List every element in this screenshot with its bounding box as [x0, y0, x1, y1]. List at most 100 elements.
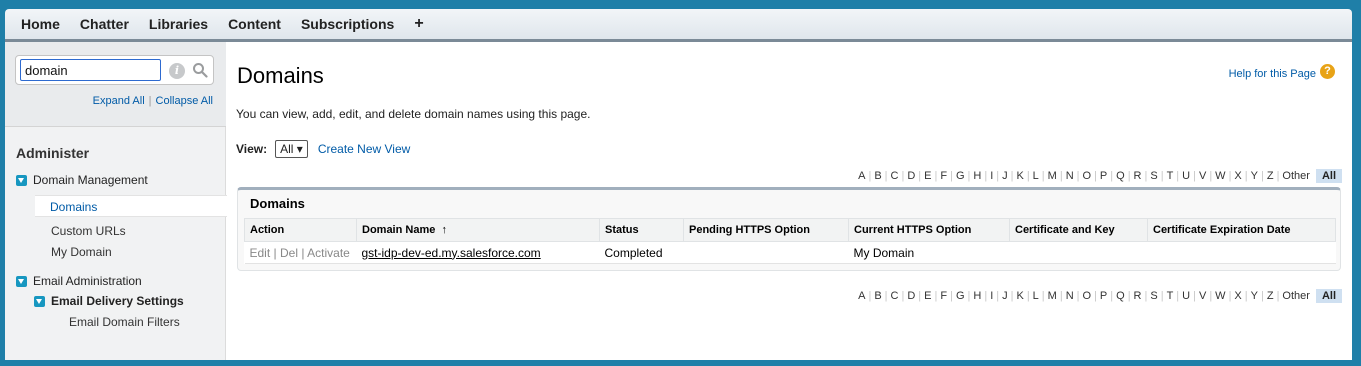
alphabet-filter-l[interactable]: L [1030, 290, 1042, 302]
top-nav-bar: Home Chatter Libraries Content Subscript… [5, 9, 1352, 42]
table-header-row: Action Domain Name ↑ Status Pending HTTP… [244, 218, 1336, 242]
view-select[interactable]: All ▾ [275, 140, 308, 158]
tree-item-custom-urls[interactable]: Custom URLs [51, 224, 126, 238]
alphabet-filter-t[interactable]: T [1164, 170, 1177, 182]
tab-chatter[interactable]: Chatter [70, 9, 139, 39]
column-current-https: Current HTTPS Option [848, 218, 1010, 242]
sort-ascending-icon[interactable]: ↑ [441, 224, 447, 236]
alphabet-filter-r[interactable]: R [1131, 170, 1145, 182]
alphabet-filter-m[interactable]: M [1045, 170, 1060, 182]
collapse-triangle-icon[interactable] [16, 174, 27, 186]
alphabet-filter-s[interactable]: S [1147, 290, 1160, 302]
column-certificate-key: Certificate and Key [1009, 218, 1148, 242]
quick-find-input[interactable] [20, 59, 161, 81]
alphabet-filter-j[interactable]: J [999, 290, 1011, 302]
alphabet-filter-p[interactable]: P [1097, 170, 1110, 182]
alphabet-filter-f[interactable]: F [937, 170, 950, 182]
content-area: Domains Help for this Page ? You can vie… [226, 42, 1352, 360]
alphabet-filter-i[interactable]: I [987, 290, 996, 302]
alphabet-filter-f[interactable]: F [937, 290, 950, 302]
alphabet-filter-s[interactable]: S [1147, 170, 1160, 182]
alphabet-filter-d[interactable]: D [904, 290, 918, 302]
alphabet-filter-w[interactable]: W [1212, 170, 1228, 182]
alphabet-filter-u[interactable]: U [1179, 170, 1193, 182]
alphabet-filter-k[interactable]: K [1013, 290, 1026, 302]
cell-certificate-key [1009, 241, 1148, 264]
alphabet-filter-j[interactable]: J [999, 170, 1011, 182]
alphabet-filter-q[interactable]: Q [1113, 170, 1128, 182]
alphabet-filter-c[interactable]: C [888, 170, 902, 182]
add-tab-icon[interactable]: + [404, 9, 433, 39]
domain-name-link[interactable]: gst-idp-dev-ed.my.salesforce.com [362, 246, 541, 260]
alphabet-filter-a[interactable]: A [855, 170, 868, 182]
alphabet-filter-c[interactable]: C [888, 290, 902, 302]
alphabet-filter-other[interactable]: Other [1279, 290, 1313, 302]
column-domain-name[interactable]: Domain Name ↑ [356, 218, 600, 242]
tab-content[interactable]: Content [218, 9, 291, 39]
alphabet-filter-d[interactable]: D [904, 170, 918, 182]
tree-item-my-domain[interactable]: My Domain [51, 245, 112, 259]
view-row: View: All ▾ Create New View [236, 140, 410, 158]
activate-link[interactable]: Activate [307, 246, 350, 260]
alphabet-filter-z[interactable]: Z [1264, 290, 1277, 302]
tree-item-domains[interactable]: Domains [35, 195, 227, 217]
alphabet-filter-y[interactable]: Y [1248, 290, 1261, 302]
alphabet-filter-y[interactable]: Y [1248, 170, 1261, 182]
edit-link[interactable]: Edit [250, 246, 271, 260]
alphabet-filter-all[interactable]: All [1315, 289, 1342, 303]
cell-current-https: My Domain [848, 241, 1010, 264]
tree-node-domain-management[interactable]: Domain Management [16, 173, 148, 187]
alphabet-filter-g[interactable]: G [953, 170, 968, 182]
alphabet-filter-h[interactable]: H [970, 290, 984, 302]
alphabet-filter-other[interactable]: Other [1279, 170, 1313, 182]
alphabet-filter-u[interactable]: U [1179, 290, 1193, 302]
alphabet-filter-b[interactable]: B [871, 170, 884, 182]
alphabet-filter-w[interactable]: W [1212, 290, 1228, 302]
alphabet-filter-a[interactable]: A [855, 290, 868, 302]
info-icon[interactable]: i [169, 63, 185, 79]
alphabet-filter-x[interactable]: X [1231, 170, 1244, 182]
alphabet-filter-t[interactable]: T [1164, 290, 1177, 302]
expand-all-link[interactable]: Expand All [93, 95, 145, 107]
search-icon[interactable] [192, 62, 208, 78]
view-select-value: All [280, 142, 294, 156]
alphabet-filter-x[interactable]: X [1231, 290, 1244, 302]
alphabet-filter-o[interactable]: O [1080, 170, 1095, 182]
alphabet-filter-r[interactable]: R [1131, 290, 1145, 302]
alphabet-filter-k[interactable]: K [1013, 170, 1026, 182]
alphabet-filter-l[interactable]: L [1030, 170, 1042, 182]
alphabet-filter-m[interactable]: M [1045, 290, 1060, 302]
help-link[interactable]: Help for this Page [1229, 68, 1316, 80]
alphabet-filter-h[interactable]: H [970, 170, 984, 182]
alphabet-filter-o[interactable]: O [1080, 290, 1095, 302]
alphabet-filter-p[interactable]: P [1097, 290, 1110, 302]
tree-node-email-administration[interactable]: Email Administration [16, 274, 142, 288]
alphabet-filter-e[interactable]: E [921, 170, 934, 182]
alphabet-filter-v[interactable]: V [1196, 290, 1209, 302]
alphabet-filter-b[interactable]: B [871, 290, 884, 302]
tree-item-email-domain-filters[interactable]: Email Domain Filters [69, 315, 180, 329]
collapse-triangle-icon[interactable] [34, 295, 45, 307]
tab-subscriptions[interactable]: Subscriptions [291, 9, 404, 39]
tab-libraries[interactable]: Libraries [139, 9, 218, 39]
alphabet-filter-all[interactable]: All [1315, 169, 1342, 183]
delete-link[interactable]: Del [280, 246, 298, 260]
alphabet-filter-g[interactable]: G [953, 290, 968, 302]
create-new-view-link[interactable]: Create New View [318, 142, 410, 156]
tree-node-email-delivery-settings[interactable]: Email Delivery Settings [34, 294, 184, 308]
cell-status: Completed [599, 241, 684, 264]
column-certificate-expiration: Certificate Expiration Date [1147, 218, 1336, 242]
collapse-triangle-icon[interactable] [16, 275, 27, 287]
alphabet-filter-v[interactable]: V [1196, 170, 1209, 182]
tab-home[interactable]: Home [5, 9, 70, 39]
quick-find-box: i [15, 55, 214, 85]
alphabet-filter-e[interactable]: E [921, 290, 934, 302]
separator: | [301, 245, 305, 260]
alphabet-filter-q[interactable]: Q [1113, 290, 1128, 302]
help-icon[interactable]: ? [1320, 64, 1335, 79]
alphabet-filter-i[interactable]: I [987, 170, 996, 182]
alphabet-filter-n[interactable]: N [1063, 170, 1077, 182]
alphabet-filter-n[interactable]: N [1063, 290, 1077, 302]
alphabet-filter-z[interactable]: Z [1264, 170, 1277, 182]
collapse-all-link[interactable]: Collapse All [156, 95, 213, 107]
